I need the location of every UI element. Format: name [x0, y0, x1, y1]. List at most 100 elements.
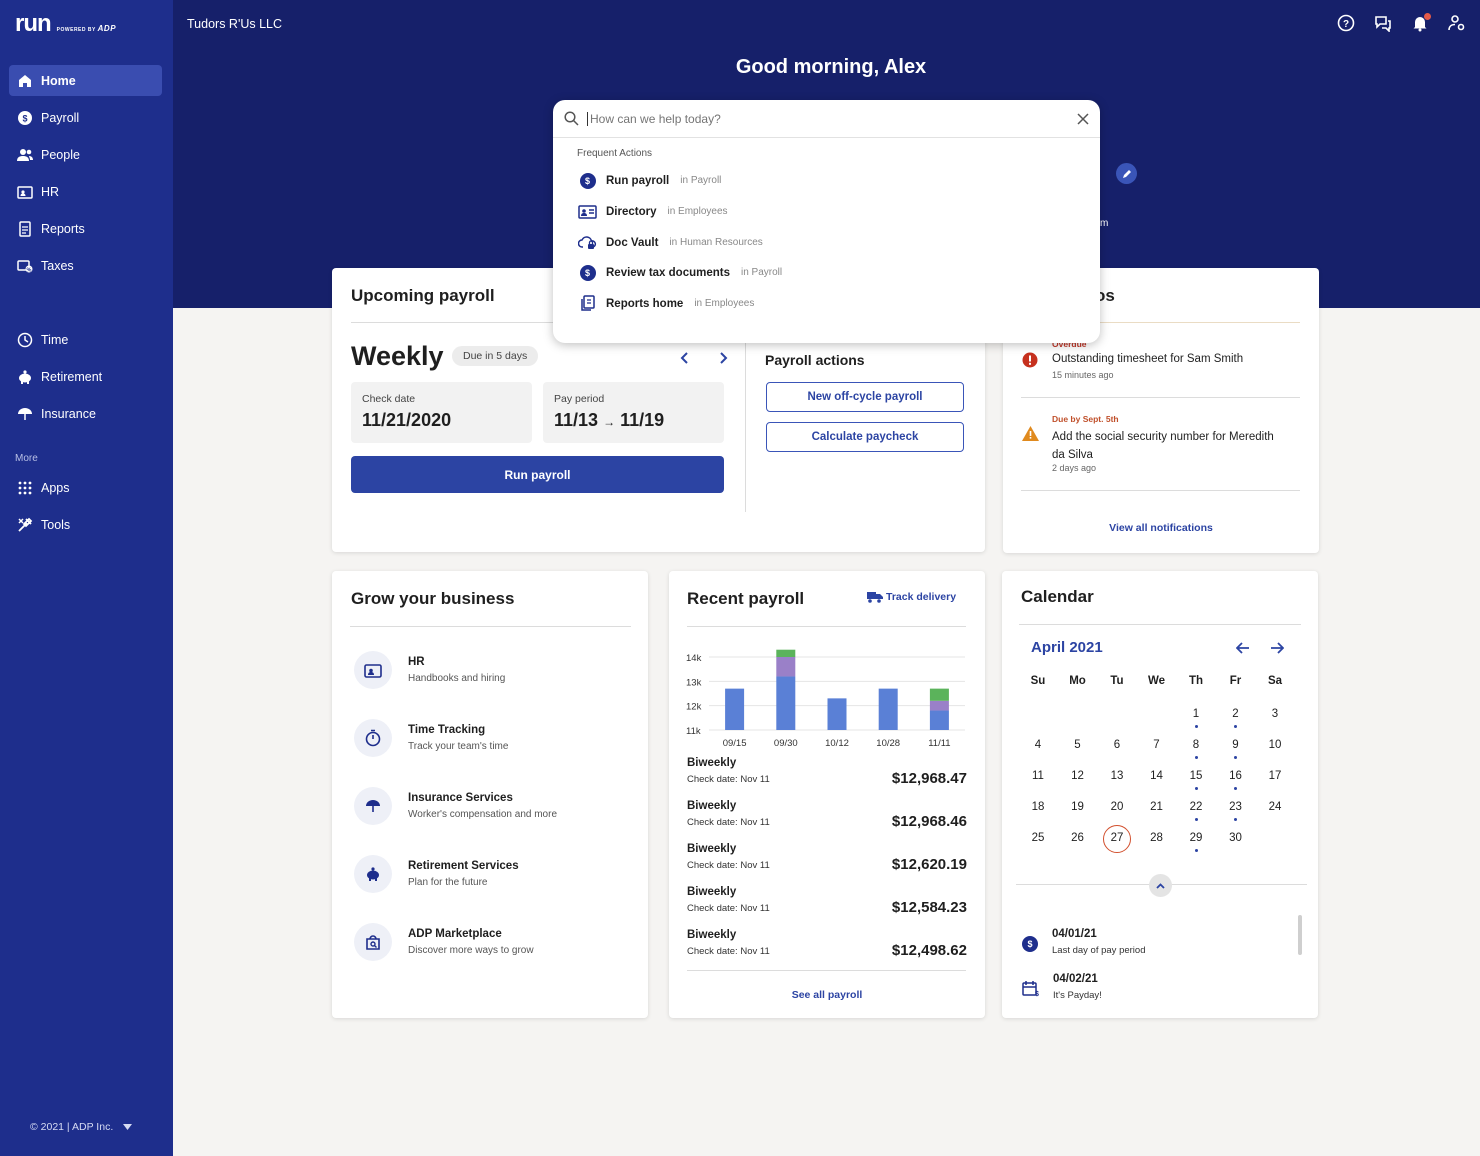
- calendar-day[interactable]: 19: [1063, 801, 1093, 813]
- nav-time[interactable]: Time: [9, 324, 162, 355]
- chevron-left-icon[interactable]: [680, 352, 690, 364]
- calendar-day[interactable]: 13: [1102, 770, 1132, 782]
- calendar-day[interactable]: 28: [1142, 832, 1172, 844]
- nav-tools[interactable]: Tools: [9, 509, 162, 540]
- run-payroll-button[interactable]: Run payroll: [351, 456, 724, 493]
- weekday-header: Mo: [1069, 675, 1086, 687]
- bell-icon[interactable]: [1411, 13, 1431, 32]
- calendar-day[interactable]: 18: [1023, 801, 1053, 813]
- calculate-paycheck-button[interactable]: Calculate paycheck: [766, 422, 964, 452]
- event-item[interactable]: $ 04/01/21 Last day of pay period: [1022, 928, 1145, 956]
- edit-icon[interactable]: [1116, 163, 1137, 184]
- calendar-day[interactable]: 11: [1023, 770, 1053, 782]
- chat-icon[interactable]: [1374, 14, 1392, 33]
- run-logo[interactable]: run POWERED BY ADP: [15, 12, 116, 36]
- calendar-day[interactable]: 7: [1142, 739, 1172, 751]
- payroll-row[interactable]: Biweekly Check date: Nov 11 $12,620.19: [687, 843, 967, 873]
- chevron-right-icon[interactable]: [718, 352, 728, 364]
- nav-taxes[interactable]: % Taxes: [9, 250, 162, 281]
- nav-retirement[interactable]: Retirement: [9, 361, 162, 392]
- nav-reports[interactable]: Reports: [9, 213, 162, 244]
- event-item[interactable]: $ 04/02/21 It's Payday!: [1022, 973, 1102, 1001]
- payroll-row[interactable]: Biweekly Check date: Nov 11 $12,498.62: [687, 929, 967, 959]
- bar-segment: [827, 698, 847, 730]
- calendar-day[interactable]: 22: [1181, 801, 1211, 813]
- upcoming-payroll-title: Upcoming payroll: [351, 286, 495, 305]
- grow-item-marketplace[interactable]: ADP Marketplace Discover more ways to gro…: [354, 923, 534, 961]
- nav-apps[interactable]: Apps: [9, 472, 162, 503]
- calendar-month: April 2021: [1031, 639, 1103, 656]
- calendar-day[interactable]: 15: [1181, 770, 1211, 782]
- payroll-frequency: Weekly: [351, 341, 444, 371]
- nav-tools-label: Tools: [41, 517, 71, 532]
- payroll-row[interactable]: Biweekly Check date: Nov 11 $12,968.47: [687, 757, 967, 787]
- calendar-day[interactable]: 16: [1221, 770, 1251, 782]
- help-icon[interactable]: ?: [1337, 14, 1355, 32]
- calendar-day[interactable]: 10: [1260, 739, 1290, 751]
- grow-item-hr[interactable]: HR Handbooks and hiring: [354, 651, 505, 689]
- company-name[interactable]: Tudors R'Us LLC: [187, 17, 282, 31]
- calendar-day[interactable]: 30: [1221, 832, 1251, 844]
- calendar-day[interactable]: 26: [1063, 832, 1093, 844]
- bar-segment: [776, 649, 796, 657]
- arrow-left-icon[interactable]: [1236, 641, 1250, 655]
- calendar-day[interactable]: 6: [1102, 739, 1132, 751]
- calendar-day[interactable]: 12: [1063, 770, 1093, 782]
- payroll-row[interactable]: Biweekly Check date: Nov 11 $12,968.46: [687, 800, 967, 830]
- action-doc-vault[interactable]: Doc Vault in Human Resources: [578, 233, 763, 252]
- footer-copyright[interactable]: © 2021 | ADP Inc.: [30, 1121, 133, 1133]
- nav-insurance[interactable]: Insurance: [9, 398, 162, 429]
- calendar-day[interactable]: 21: [1142, 801, 1172, 813]
- calendar-day[interactable]: 2: [1221, 708, 1251, 720]
- frequent-actions-label: Frequent Actions: [577, 148, 653, 159]
- arrow-right-icon[interactable]: [1270, 641, 1284, 655]
- calendar-day[interactable]: 23: [1221, 801, 1251, 813]
- calendar-day[interactable]: 20: [1102, 801, 1132, 813]
- view-all-notifications-link[interactable]: View all notifications: [1003, 522, 1319, 534]
- collapse-calendar-button[interactable]: [1149, 874, 1172, 897]
- calendar-day[interactable]: 4: [1023, 739, 1053, 751]
- calendar-day[interactable]: 8: [1181, 739, 1211, 751]
- see-all-payroll-link[interactable]: See all payroll: [669, 989, 985, 1001]
- action-review-tax-documents[interactable]: $ Review tax documents in Payroll: [578, 263, 782, 282]
- payroll-row[interactable]: Biweekly Check date: Nov 11 $12,584.23: [687, 886, 967, 916]
- more-section-label: More: [15, 453, 38, 464]
- svg-text:$: $: [22, 113, 27, 123]
- error-icon: [1022, 352, 1038, 368]
- action-reports-home[interactable]: Reports home in Employees: [578, 294, 754, 313]
- calendar-day[interactable]: 9: [1221, 739, 1251, 751]
- calendar-day[interactable]: 29: [1181, 832, 1211, 844]
- nav-people-label: People: [41, 147, 80, 162]
- grow-item-insurance[interactable]: Insurance Services Worker's compensation …: [354, 787, 557, 825]
- calendar-day[interactable]: 25: [1023, 832, 1053, 844]
- calendar-day[interactable]: 14: [1142, 770, 1172, 782]
- notification-text[interactable]: Outstanding timesheet for Sam Smith: [1052, 353, 1243, 365]
- calendar-day[interactable]: 1: [1181, 708, 1211, 720]
- nav-payroll[interactable]: $ Payroll: [9, 102, 162, 133]
- bar-segment: [725, 688, 745, 730]
- calendar-day[interactable]: 3: [1260, 708, 1290, 720]
- search-popover: Frequent Actions $ Run payrollin Payroll…: [553, 100, 1100, 343]
- weekday-header: Fr: [1229, 675, 1242, 687]
- calendar-day[interactable]: 5: [1063, 739, 1093, 751]
- action-directory[interactable]: Directory in Employees: [578, 202, 728, 221]
- action-run-payroll[interactable]: $ Run payroll in Payroll: [578, 171, 721, 190]
- check-date-box: Check date 11/21/2020: [351, 382, 532, 443]
- calendar-day[interactable]: 24: [1260, 801, 1290, 813]
- bar-segment: [776, 657, 796, 677]
- nav-payroll-label: Payroll: [41, 110, 80, 125]
- new-off-cycle-payroll-button[interactable]: New off-cycle payroll: [766, 382, 964, 412]
- cloud-lock-icon: [578, 236, 597, 249]
- track-delivery-link[interactable]: Track delivery: [867, 591, 956, 603]
- events-scrollbar[interactable]: [1298, 915, 1302, 955]
- close-icon[interactable]: [1077, 112, 1089, 125]
- grow-item-time-tracking[interactable]: Time Tracking Track your team's time: [354, 719, 508, 757]
- event-dot: [1194, 787, 1198, 790]
- nav-hr[interactable]: HR: [9, 176, 162, 207]
- user-settings-icon[interactable]: [1448, 14, 1466, 32]
- search-input[interactable]: [587, 111, 1077, 126]
- notification-text[interactable]: Add the social security number for Mered…: [1052, 428, 1274, 464]
- calendar-day[interactable]: 17: [1260, 770, 1290, 782]
- nav-people[interactable]: People: [9, 139, 162, 170]
- grow-item-retirement[interactable]: Retirement Services Plan for the future: [354, 855, 519, 893]
